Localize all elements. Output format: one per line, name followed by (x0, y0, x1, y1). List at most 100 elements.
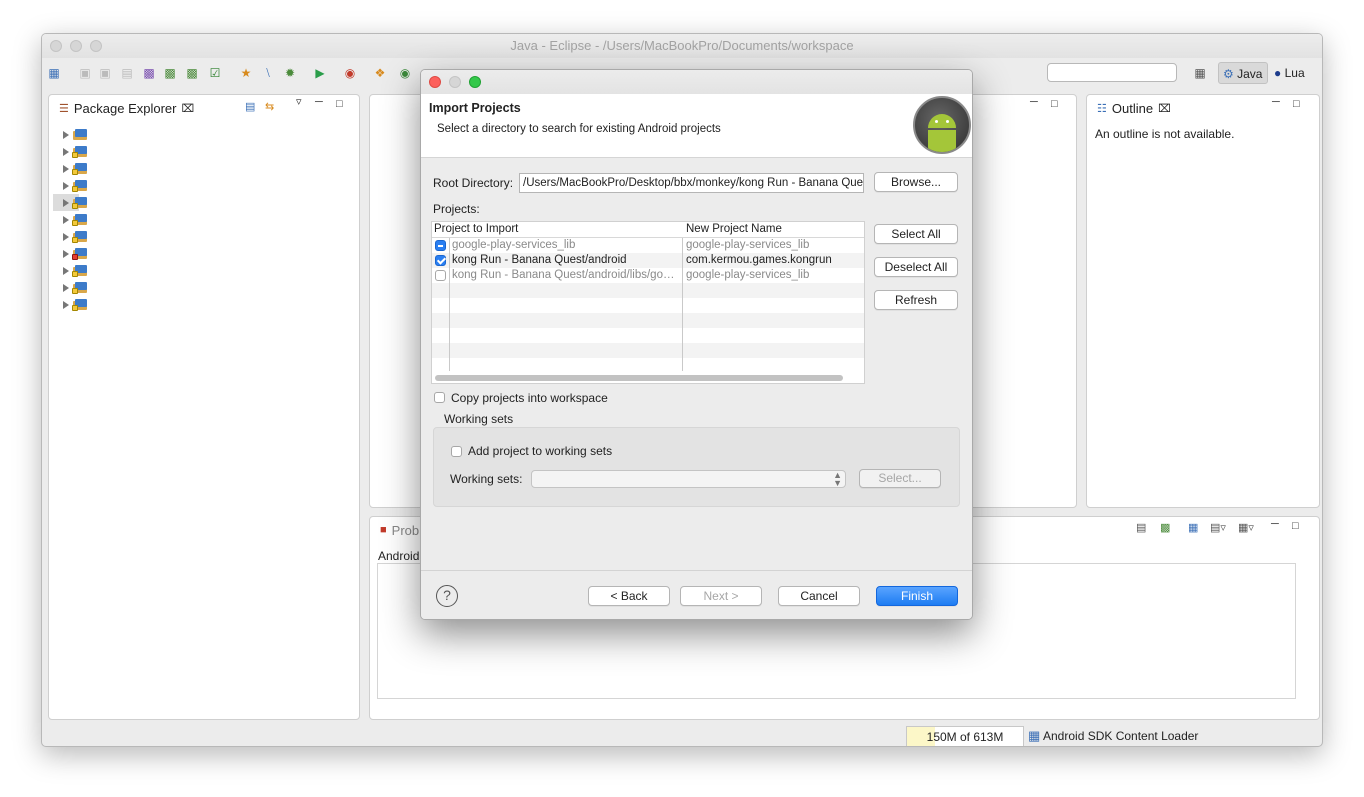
table-row[interactable]: google-play-services_lib google-play-ser… (432, 238, 864, 253)
table-row[interactable]: kong Run - Banana Quest/android/libs/goo… (432, 268, 864, 283)
tree-item[interactable] (63, 279, 88, 296)
maximize-view-icon[interactable]: □ (336, 98, 343, 110)
minimize-view-icon[interactable]: ─ (315, 96, 323, 108)
dialog-minimize-button[interactable] (449, 76, 461, 88)
finish-button[interactable]: Finish (876, 586, 958, 606)
expand-arrow-icon[interactable] (63, 130, 69, 139)
run-icon[interactable]: ▶ (313, 66, 327, 80)
garbage-collect-icon[interactable]: ▦ (1028, 728, 1040, 744)
dialog-close-button[interactable] (429, 76, 441, 88)
working-sets-select-button[interactable]: Select... (859, 469, 941, 488)
minimize-view-icon[interactable]: ─ (1272, 96, 1280, 108)
new-android-project-icon[interactable]: ★ (239, 66, 253, 80)
android-project-warning-icon (72, 298, 88, 311)
debug-icon[interactable]: ✹ (283, 66, 297, 80)
dialog-zoom-button[interactable] (469, 76, 481, 88)
add-to-working-sets-checkbox[interactable] (451, 446, 462, 457)
root-directory-input[interactable]: /Users/MacBookPro/Desktop/bbx/monkey/kon… (519, 173, 864, 193)
view-menu-icon[interactable]: ▿ (296, 95, 302, 108)
column-divider (449, 238, 450, 371)
tree-item-selected[interactable] (53, 194, 87, 211)
quick-access-input[interactable] (1047, 63, 1177, 82)
expand-arrow-icon[interactable] (63, 164, 69, 173)
lua-perspective-icon: ● (1274, 66, 1282, 80)
minimize-view-icon[interactable]: ─ (1271, 518, 1279, 530)
row-new-name[interactable]: google-play-services_lib (686, 269, 864, 281)
tree-item[interactable] (63, 160, 88, 177)
select-all-button[interactable]: Select All (874, 224, 958, 244)
link-with-editor-icon[interactable]: ⇆ (265, 100, 274, 113)
browse-button[interactable]: Browse... (874, 172, 958, 192)
tree-item[interactable] (63, 177, 88, 194)
tree-item[interactable] (63, 126, 88, 143)
open-perspective-icon[interactable]: ▦ (1193, 66, 1207, 80)
expand-arrow-icon[interactable] (63, 181, 69, 190)
horizontal-scrollbar[interactable] (435, 375, 843, 381)
android-lint-icon[interactable]: ▩ (185, 66, 199, 80)
row-new-name[interactable]: google-play-services_lib (686, 239, 864, 251)
expand-arrow-icon[interactable] (63, 300, 69, 309)
avd-manager-icon[interactable]: ▩ (163, 66, 177, 80)
help-icon[interactable]: ? (436, 585, 458, 607)
row-checkbox[interactable] (435, 270, 446, 281)
android-project-warning-icon (72, 213, 88, 226)
new-class-icon[interactable]: ◉ (398, 66, 412, 80)
skip-breakpoints-icon[interactable]: ⧵ (261, 66, 275, 80)
close-tab-icon[interactable]: ⌧ (182, 102, 195, 115)
table-row[interactable]: kong Run - Banana Quest/android com.kerm… (432, 253, 864, 268)
save-icon[interactable]: ▣ (78, 66, 92, 80)
tab-package-explorer[interactable]: ☰ Package Explorer ⌧ (53, 95, 203, 121)
column-new-project-name[interactable]: New Project Name (686, 223, 782, 235)
sdk-manager-icon[interactable]: ▩ (142, 66, 156, 80)
maximize-editor-icon[interactable]: □ (1051, 98, 1058, 110)
copy-projects-checkbox[interactable] (434, 392, 445, 403)
tree-item[interactable] (63, 296, 88, 313)
expand-arrow-icon[interactable] (63, 249, 69, 258)
lua-perspective-button[interactable]: ● Lua (1270, 62, 1310, 84)
maximize-view-icon[interactable]: □ (1293, 98, 1300, 110)
collapse-all-icon[interactable]: ▤ (245, 100, 255, 113)
expand-arrow-icon[interactable] (63, 232, 69, 241)
print-icon[interactable]: ▤ (120, 66, 134, 80)
expand-arrow-icon[interactable] (63, 147, 69, 156)
refresh-button[interactable]: Refresh (874, 290, 958, 310)
maximize-view-icon[interactable]: □ (1292, 520, 1299, 532)
new-wizard-icon[interactable]: ▦ (47, 66, 61, 80)
heap-status[interactable]: 150M of 613M (906, 726, 1024, 746)
clear-log-icon[interactable]: ▤ (1136, 521, 1146, 534)
add-to-working-sets-label: Add project to working sets (468, 444, 613, 458)
tree-item[interactable] (63, 228, 88, 245)
row-checkbox[interactable] (435, 240, 446, 251)
save-all-icon[interactable]: ▣ (98, 66, 112, 80)
expand-arrow-icon[interactable] (63, 198, 69, 207)
next-button[interactable]: Next > (680, 586, 762, 606)
working-sets-combo[interactable]: ▲ ▼ (531, 470, 846, 488)
empty-row (432, 283, 864, 298)
new-java-package-icon[interactable]: ❖ (373, 66, 387, 80)
expand-arrow-icon[interactable] (63, 215, 69, 224)
row-checkbox[interactable] (435, 255, 446, 266)
expand-arrow-icon[interactable] (63, 283, 69, 292)
display-console-icon[interactable]: ▤▿ (1210, 521, 1226, 534)
row-new-name[interactable]: com.kermou.games.kongrun (686, 254, 864, 266)
tree-item[interactable] (63, 143, 88, 160)
column-project-to-import[interactable]: Project to Import (434, 223, 518, 235)
external-tools-icon[interactable]: ◉ (343, 66, 357, 80)
table-header: Project to Import New Project Name (432, 222, 864, 238)
back-button[interactable]: < Back (588, 586, 670, 606)
tree-item[interactable] (63, 262, 88, 279)
android-sub-tab[interactable]: Android (378, 549, 420, 564)
tree-item[interactable] (63, 245, 88, 262)
deselect-all-button[interactable]: Deselect All (874, 257, 958, 277)
cancel-button[interactable]: Cancel (778, 586, 860, 606)
close-tab-icon[interactable]: ⌧ (1158, 102, 1171, 115)
minimize-editor-icon[interactable]: ─ (1030, 96, 1038, 108)
task-check-icon[interactable]: ☑ (208, 66, 222, 80)
expand-arrow-icon[interactable] (63, 266, 69, 275)
tab-outline[interactable]: ☷ Outline ⌧ (1091, 95, 1179, 121)
open-console-icon[interactable]: ▦ (1188, 521, 1198, 534)
new-console-icon[interactable]: ▦▿ (1238, 521, 1254, 534)
java-perspective-button[interactable]: ⚙ Java (1218, 62, 1269, 84)
tree-item[interactable] (63, 211, 88, 228)
scroll-lock-icon[interactable]: ▩ (1160, 521, 1170, 534)
